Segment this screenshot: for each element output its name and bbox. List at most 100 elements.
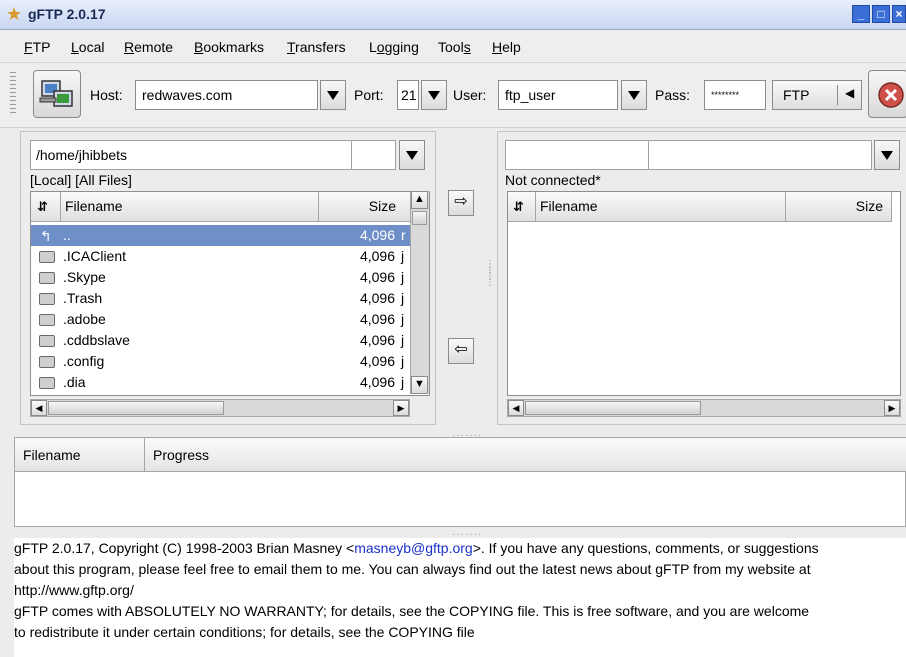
menu-help-mnemonic: H [492,39,503,55]
password-input[interactable]: ******** [704,80,766,110]
menu-tools-pre: Tool [438,39,464,55]
host-label: Host: [90,87,123,103]
menu-help[interactable]: Help [492,39,521,55]
remote-path-dropdown[interactable] [874,140,900,170]
folder-icon [39,251,55,263]
protocol-divider [837,85,838,105]
file-extra: j [401,332,405,348]
upload-button[interactable]: ⇨ [448,190,474,216]
local-hscroll-thumb[interactable] [48,401,224,415]
remote-path-filler [649,140,872,170]
menu-ftp-mnemonic: F [24,39,33,55]
scroll-right-icon[interactable]: ▶ [884,400,900,416]
remote-file-list[interactable]: ⇵ Filename Size [507,191,901,396]
list-item[interactable]: .cddbslave 4,096 j [31,330,429,351]
local-col-filename[interactable]: Filename [61,192,319,222]
folder-icon [39,314,55,326]
list-item[interactable]: .dia 4,096 j [31,372,429,393]
transfer-col-filename[interactable]: Filename [15,438,145,472]
stop-button[interactable] [868,70,906,118]
file-name: .dia [63,374,86,390]
log-line: gFTP 2.0.17, Copyright (C) 1998-2003 Bri… [14,538,906,559]
log-text: gFTP 2.0.17, Copyright (C) 1998-2003 Bri… [14,540,355,556]
sort-icon[interactable]: ⇵ [508,192,536,222]
file-extra: j [401,353,405,369]
log-text: >. If you have any questions, comments, … [472,540,819,556]
local-path-dropdown[interactable] [399,140,425,170]
scroll-up-icon[interactable]: ▲ [411,191,428,209]
host-dropdown[interactable] [320,80,346,110]
file-name: .Trash [63,290,103,306]
file-size: 4,096 [359,269,395,285]
scroll-down-icon[interactable]: ▼ [411,376,428,394]
local-file-list[interactable]: ⇵ Filename Size ↰ .. 4,096 r .ICAClient … [30,191,430,396]
list-item[interactable]: .ICAClient 4,096 j [31,246,429,267]
port-dropdown[interactable] [421,80,447,110]
menu-bookmarks[interactable]: Bookmarks [194,39,264,55]
local-vertical-scrollbar[interactable]: ▲ ▼ [410,191,429,394]
download-button[interactable]: ⇦ [448,338,474,364]
window-title: gFTP 2.0.17 [28,6,106,22]
user-dropdown[interactable] [621,80,647,110]
protocol-select[interactable]: FTP ◀ [772,80,862,110]
remote-hscroll-thumb[interactable] [525,401,701,415]
connect-button[interactable] [33,70,81,118]
menu-ftp[interactable]: FTP [24,39,50,55]
email-link[interactable]: masneyb@gftp.org [354,540,473,556]
toolbar-grip[interactable] [10,72,16,116]
list-item[interactable]: ↰ .. 4,096 r [31,225,429,246]
menu-transfers[interactable]: Transfers [287,39,346,55]
host-input[interactable]: redwaves.com [135,80,318,110]
menu-local-rest: ocal [78,39,105,55]
menu-remote[interactable]: Remote [124,39,173,55]
transfer-col-progress[interactable]: Progress [145,438,906,472]
scroll-right-icon[interactable]: ▶ [393,400,409,416]
transfer-list[interactable]: Filename Progress [14,437,906,527]
menu-local[interactable]: Local [71,39,104,55]
protocol-value: FTP [783,87,810,103]
maximize-icon[interactable]: □ [872,5,890,23]
file-name: .Skype [63,269,106,285]
local-path-input[interactable]: /home/jhibbets [30,140,352,170]
list-item[interactable]: .Skype 4,096 j [31,267,429,288]
title-bar[interactable]: ★ gFTP 2.0.17 _ □ × [0,0,906,30]
remote-col-size[interactable]: Size [786,192,892,222]
list-item[interactable]: .Trash 4,096 j [31,288,429,309]
menu-transfers-mnemonic: T [287,39,296,55]
pane-splitter[interactable]: ⋮⋮⋮⋮ [485,260,495,288]
menu-logging[interactable]: Logging [369,39,419,55]
menu-tools[interactable]: Tools [438,39,471,55]
remote-horizontal-scrollbar[interactable]: ◀ ▶ [507,399,901,417]
log-line: about this program, please feel free to … [14,561,811,577]
file-extra: j [401,311,405,327]
scroll-left-icon[interactable]: ◀ [31,400,47,416]
stop-icon [878,82,904,108]
sort-icon[interactable]: ⇵ [31,192,61,222]
local-horizontal-scrollbar[interactable]: ◀ ▶ [30,399,410,417]
arrow-right-icon: ⇨ [454,193,468,210]
file-size: 4,096 [359,248,395,264]
list-item[interactable]: .adobe 4,096 j [31,309,429,330]
log-panel[interactable]: gFTP 2.0.17, Copyright (C) 1998-2003 Bri… [14,538,906,657]
user-input[interactable]: ftp_user [498,80,618,110]
local-vscroll-thumb[interactable] [412,211,427,225]
menu-local-mnemonic: L [71,39,79,55]
remote-col-filename[interactable]: Filename [536,192,786,222]
menu-logging-rest: gging [384,39,419,55]
menu-bookmarks-rest: ookmarks [203,39,265,55]
remote-path-input[interactable] [505,140,649,170]
log-line: gFTP comes with ABSOLUTELY NO WARRANTY; … [14,603,810,619]
file-name: .ICAClient [63,248,127,264]
minimize-icon[interactable]: _ [852,5,870,23]
folder-icon [39,293,55,305]
list-item[interactable]: .config 4,096 j [31,351,429,372]
folder-icon [39,272,55,284]
close-icon[interactable]: × [892,5,906,23]
file-extra: j [401,269,405,285]
port-input[interactable]: 21 [397,80,419,110]
folder-icon [39,377,55,389]
scroll-left-icon[interactable]: ◀ [508,400,524,416]
up-directory-icon: ↰ [40,228,52,244]
menu-logging-mnemonic: o [376,39,385,55]
menu-remote-rest: emote [134,39,174,55]
